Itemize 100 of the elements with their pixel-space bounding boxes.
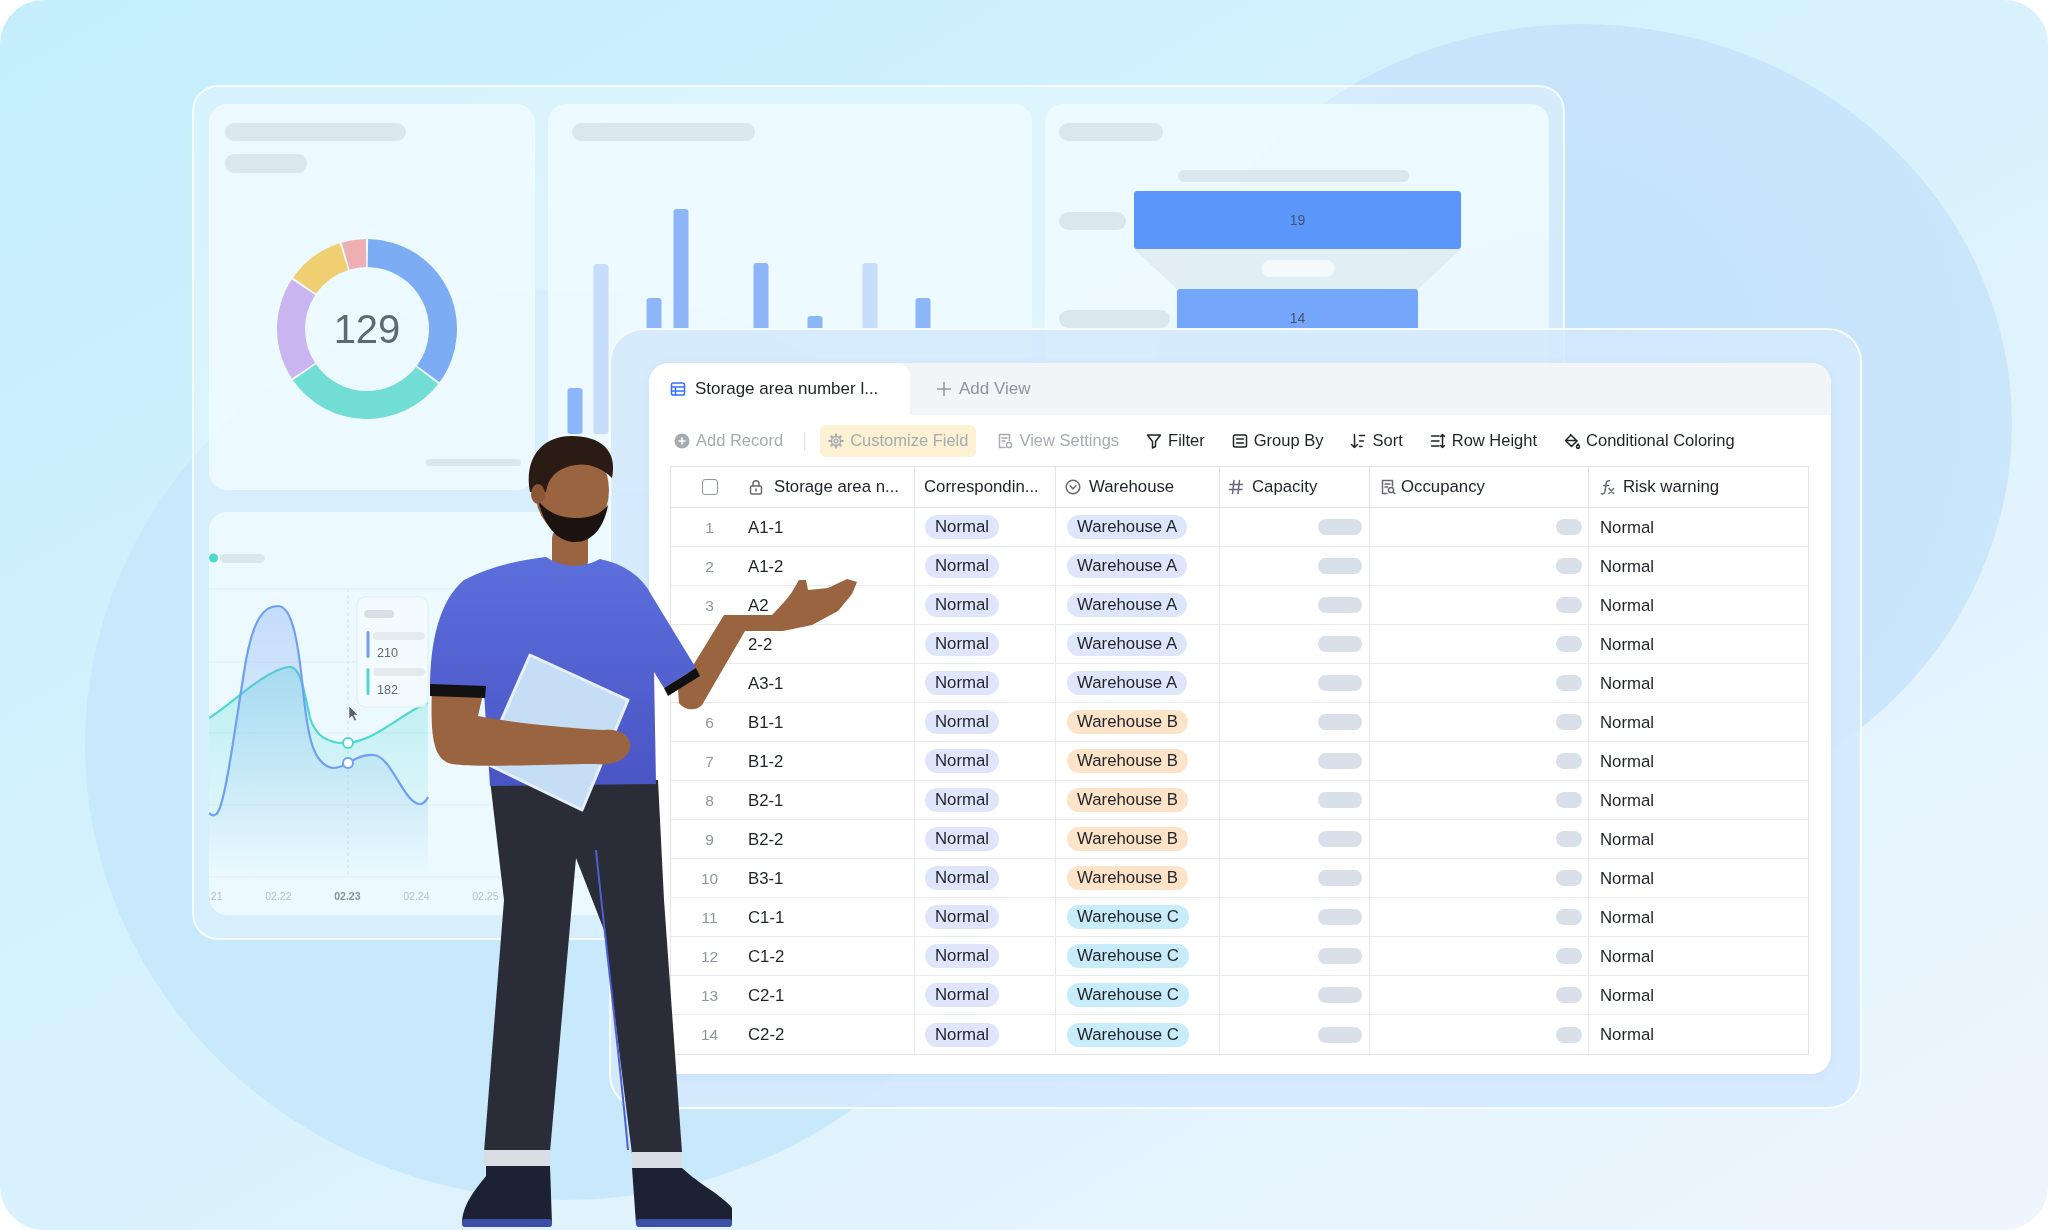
warehouse-tag: Warehouse A [1067,593,1188,617]
data-point-icon [342,737,354,749]
list-icon [1231,432,1248,449]
row-number: 8 [705,791,714,809]
warehouse-tag: Warehouse B [1067,710,1189,734]
row-number: 6 [705,713,714,731]
status-tag: Normal [925,749,1000,773]
status-tag: Normal [925,944,1000,968]
placeholder-bar [1318,558,1362,574]
group-by-button[interactable]: Group By [1225,424,1330,457]
storage-area-name: B3-1 [748,869,784,887]
placeholder-bar [1556,597,1582,613]
cursor-icon [348,705,359,722]
status-tag: Normal [925,788,1000,812]
warehouse-tag: Warehouse A [1067,671,1188,695]
placeholder-bar [1318,948,1362,964]
placeholder-bar [1556,558,1582,574]
warehouse-tag: Warehouse A [1067,632,1188,656]
storage-area-name: B1-2 [748,752,784,770]
placeholder-bar [1556,753,1582,769]
storage-area-name: B1-1 [748,713,784,731]
warehouse-tag: Warehouse B [1067,827,1189,851]
tooltip-value: 210 [377,646,398,660]
view-tab[interactable]: Storage area number l... [649,363,910,415]
donut-total-value: 129 [333,307,401,351]
risk-warning-text: Normal [1600,986,1655,1004]
placeholder-bar [1318,714,1362,730]
warehouse-tag: Warehouse C [1067,905,1189,929]
select-all-checkbox[interactable] [701,479,718,495]
storage-area-name: C1-2 [748,947,785,965]
filter-icon [1146,432,1163,449]
column-header[interactable]: Correspondin... [915,467,1056,507]
placeholder-bar [1556,636,1582,652]
row-number: 1 [705,518,714,536]
storage-area-name: A2 [748,596,769,614]
gear-icon [828,432,845,449]
chart-bar [567,388,583,434]
chevron-circle-icon [1065,479,1081,495]
tooltip-value: 182 [377,683,398,697]
placeholder-bar [1556,1026,1582,1043]
placeholder-bar [1556,714,1582,730]
placeholder-bar [1318,1026,1362,1043]
placeholder-bar [1556,870,1582,886]
risk-warning-text: Normal [1600,830,1655,848]
column-header[interactable]: Storage area n... [748,467,915,507]
warehouse-tag: Warehouse B [1067,749,1189,773]
storage-area-name: A1-2 [748,557,784,575]
plus-circle-icon [674,432,690,449]
row-number: 9 [705,830,714,848]
storage-area-name: A1-1 [748,518,784,536]
risk-warning-text: Normal [1600,518,1655,536]
storage-area-name: B2-1 [748,791,784,809]
table-icon [670,381,686,397]
placeholder-bar [1556,831,1582,847]
status-tag: Normal [925,866,1000,890]
storage-area-name: A3-1 [748,674,784,692]
placeholder-bar [1556,987,1582,1003]
status-tag: Normal [925,515,1000,539]
risk-warning-text: Normal [1600,908,1655,926]
status-tag: Normal [925,827,1000,851]
filter-button[interactable]: Filter [1140,424,1211,457]
risk-warning-text: Normal [1600,674,1655,692]
chart-bar [862,263,878,330]
column-header[interactable]: Occupancy [1370,467,1589,507]
column-header[interactable]: Risk warning [1589,467,1808,507]
status-tag: Normal [925,1022,1000,1047]
column-header[interactable]: Capacity [1220,467,1370,507]
chart-bar [646,298,662,330]
status-tag: Normal [925,905,1000,929]
placeholder-bar [1318,792,1362,808]
risk-warning-text: Normal [1600,947,1655,965]
placeholder-bar [1318,753,1362,769]
column-header[interactable]: Warehouse [1056,467,1220,507]
placeholder-bar [1556,519,1582,535]
stage-value: 14 [1289,310,1306,326]
storage-area-name: C2-1 [748,986,785,1004]
plus-icon [936,381,952,397]
sort-button[interactable]: Sort [1344,424,1409,457]
status-tag: Normal [925,554,1000,578]
placeholder-bar [1318,636,1362,652]
storage-area-name: C2-2 [748,1026,785,1043]
storage-area-name: C1-1 [748,908,785,926]
lock-icon [748,479,764,495]
status-tag: Normal [925,632,1000,656]
warehouse-tag: Warehouse B [1067,788,1189,812]
placeholder-bar [1556,792,1582,808]
row-height-button[interactable]: Row Height [1423,424,1544,457]
placeholder-bar [364,610,394,618]
warehouse-tag: Warehouse B [1067,866,1189,890]
risk-warning-text: Normal [1600,713,1655,731]
row-number: 10 [700,869,719,887]
chart-bar [753,263,769,330]
document-gear-icon [997,432,1014,449]
status-tag: Normal [925,671,1000,695]
warehouse-tag: Warehouse C [1067,944,1189,968]
sort-icon [1350,432,1367,449]
placeholder-bar [1556,948,1582,964]
conditional-coloring-button[interactable]: Conditional Coloring [1558,424,1741,457]
document-search-icon [1380,479,1396,495]
row-height-icon [1429,432,1446,449]
